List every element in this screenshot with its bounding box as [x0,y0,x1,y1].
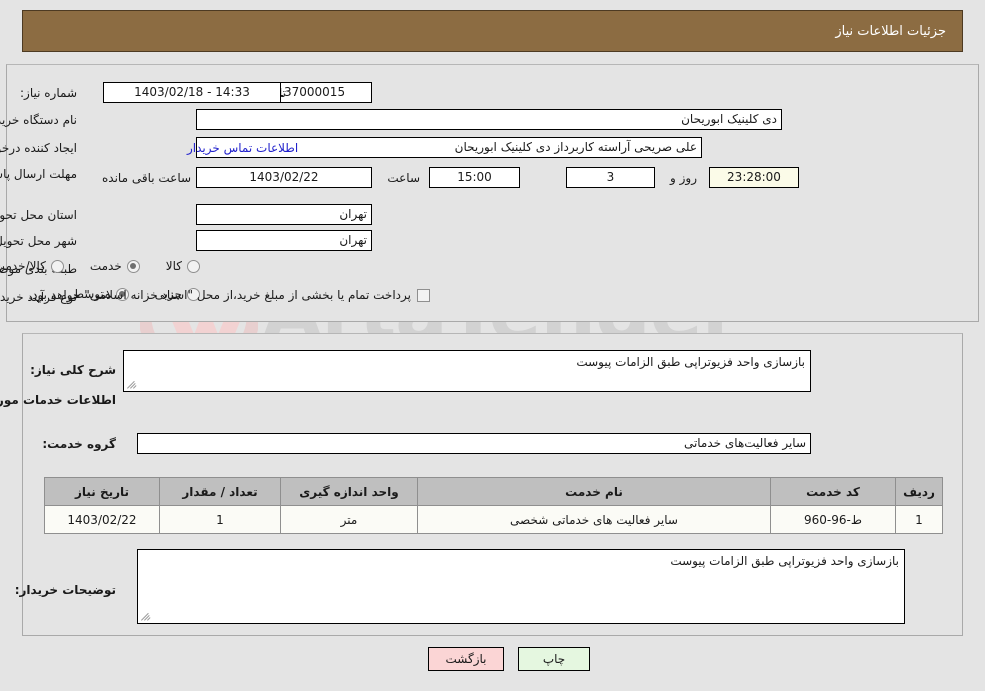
buyer-org-value: دی کلینیک ابوریحان [196,109,782,130]
category-option-label: خدمت [89,259,122,273]
resize-grip-icon[interactable] [140,610,152,622]
province-label: استان محل تحویل: [0,208,77,222]
deadline-label-text: مهلت ارسال پاسخ: تا تاریخ: [0,167,77,181]
cell-service-code: ط-96-960 [770,505,896,534]
column-header-service-name: نام خدمت [417,477,771,506]
city-label: شهر محل تحویل: [0,234,77,248]
table-row: 1 ط-96-960 سایر فعالیت های خدماتی شخصی م… [44,505,943,534]
province-value: تهران [196,204,372,225]
column-header-row-no: ردیف [895,477,943,506]
services-section-title: اطلاعات خدمات مورد نیاز [0,393,116,407]
category-option-2[interactable]: کالا/خدمت [0,259,64,273]
category-option-1[interactable]: خدمت [90,259,140,273]
page-title: جزئیات اطلاعات نیاز [835,23,946,39]
back-button[interactable]: بازگشت [428,647,504,671]
public-announce-value: 14:33 - 1403/02/18 [103,82,281,103]
buyer-org-label: نام دستگاه خریدار: [0,113,77,127]
table-header-row: ردیف کد خدمت نام خدمت واحد اندازه گیری ت… [44,477,943,506]
general-desc-textarea[interactable]: بازسازی واحد فزیوتراپی طبق الزامات پیوست [123,350,811,392]
treasury-note-row[interactable]: پرداخت تمام یا بخشی از مبلغ خرید،از محل … [28,288,430,302]
city-value: تهران [196,230,372,251]
service-group-label: گروه خدمت: [42,437,116,451]
deadline-date-value: 1403/02/22 [196,167,372,188]
category-option-label: کالا [165,259,182,273]
print-button[interactable]: چاپ [518,647,590,671]
category-radio-icon[interactable] [126,259,140,273]
category-radio-icon[interactable] [187,259,200,273]
buyer-notes-value: بازسازی واحد فزیوتراپی طبق الزامات پیوست [670,554,899,568]
deadline-hour-label: ساعت [387,171,420,185]
general-desc-label: شرح کلی نیاز: [30,363,116,377]
need-number-label: شماره نیاز: [20,86,77,100]
column-header-need-date: تاریخ نیاز [44,477,160,506]
buyer-notes-textarea[interactable]: بازسازی واحد فزیوتراپی طبق الزامات پیوست [137,549,905,624]
countdown-value: 23:28:00 [709,167,799,188]
page-header: جزئیات اطلاعات نیاز [22,10,963,52]
cell-service-name: سایر فعالیت های خدماتی شخصی [417,505,771,534]
remaining-days-value: 3 [566,167,655,188]
column-header-unit: واحد اندازه گیری [280,477,418,506]
creator-label: ایجاد کننده درخواست: [0,141,77,155]
deadline-time-value: 15:00 [429,167,520,188]
remaining-hours-label: ساعت باقی مانده [102,171,192,185]
cell-quantity: 1 [159,505,281,534]
cell-need-date: 1403/02/22 [44,505,160,534]
items-table: ردیف کد خدمت نام خدمت واحد اندازه گیری ت… [44,477,943,534]
remaining-days-label: روز و [670,171,697,185]
column-header-quantity: تعداد / مقدار [159,477,281,506]
category-radio-group: کالا خدمت کالا/خدمت [0,259,200,273]
buyer-notes-label: توضیحات خریدار: [14,583,116,597]
deadline-label: مهلت ارسال پاسخ: تا تاریخ: [0,167,77,182]
service-group-value: سایر فعالیت‌های خدماتی [137,433,811,454]
category-radio-icon[interactable] [50,259,64,273]
category-option-0[interactable]: کالا [166,259,200,273]
resize-grip-icon[interactable] [126,378,138,390]
treasury-checkbox[interactable] [417,288,430,302]
column-header-service-code: کد خدمت [770,477,896,506]
category-option-label: کالا/خدمت [0,259,46,273]
general-desc-value: بازسازی واحد فزیوتراپی طبق الزامات پیوست [576,355,805,369]
treasury-note-label: پرداخت تمام یا بخشی از مبلغ خرید،از محل … [28,288,411,302]
buyer-contact-link[interactable]: اطلاعات تماس خریدار [187,141,298,155]
cell-unit: متر [280,505,418,534]
cell-row-no: 1 [895,505,943,534]
